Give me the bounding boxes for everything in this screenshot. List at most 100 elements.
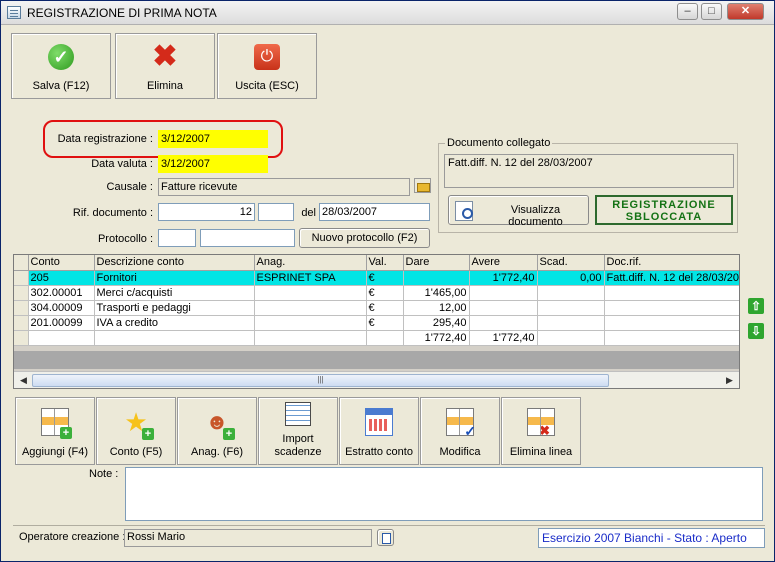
save-button[interactable]: ✓ Salva (F12) bbox=[11, 33, 111, 99]
rif-documento-suffix-input[interactable] bbox=[258, 203, 294, 221]
cell-dare[interactable]: 12,00 bbox=[403, 300, 470, 316]
cell-anag[interactable] bbox=[254, 285, 367, 301]
elimina-linea-button[interactable]: ✖ Elimina linea bbox=[501, 397, 581, 465]
row-actions-toolbar: + Aggiungi (F4) ★ + Conto (F5) ☻ + Anag. (… bbox=[15, 397, 581, 465]
cell-dare[interactable] bbox=[403, 270, 470, 286]
cell-doc-rif[interactable] bbox=[604, 315, 739, 331]
aggiungi-button[interactable]: + Aggiungi (F4) bbox=[15, 397, 95, 465]
movements-grid[interactable]: Conto Descrizione conto Anag. Val. Dare … bbox=[13, 254, 740, 389]
cell-avere[interactable] bbox=[469, 300, 538, 316]
cell-scad[interactable]: 0,00 bbox=[537, 270, 605, 286]
row-indicator[interactable] bbox=[14, 285, 29, 301]
import-scadenze-button[interactable]: Import scadenze bbox=[258, 397, 338, 465]
modifica-button[interactable]: ✓ Modifica bbox=[420, 397, 500, 465]
magnifier-document-icon bbox=[455, 201, 473, 221]
cell-descrizione[interactable]: Fornitori bbox=[94, 270, 255, 286]
plus-icon: + bbox=[223, 428, 235, 440]
note-textarea[interactable] bbox=[125, 467, 763, 521]
column-header[interactable]: Avere bbox=[469, 255, 538, 271]
column-header[interactable]: Doc.rif. bbox=[604, 255, 739, 271]
del-label: del bbox=[301, 207, 316, 219]
column-header[interactable]: Scad. bbox=[537, 255, 605, 271]
cell-valuta[interactable]: € bbox=[366, 315, 404, 331]
maximize-button[interactable]: □ bbox=[701, 3, 722, 20]
horizontal-scrollbar[interactable]: ◀ ||| ▶ bbox=[14, 371, 739, 388]
column-header[interactable]: Dare bbox=[403, 255, 470, 271]
plus-icon: + bbox=[60, 427, 72, 439]
data-valuta-label: Data valuta : bbox=[91, 158, 153, 170]
cell-anag[interactable]: ESPRINET SPA bbox=[254, 270, 367, 286]
plus-icon: + bbox=[142, 428, 154, 440]
close-button[interactable]: ✕ bbox=[727, 3, 764, 20]
cell-descrizione[interactable]: Merci c/acquisti bbox=[94, 285, 255, 301]
cell-conto[interactable]: 304.00009 bbox=[28, 300, 95, 316]
anag-button[interactable]: ☻ + Anag. (F6) bbox=[177, 397, 257, 465]
cell-scad[interactable] bbox=[537, 315, 605, 331]
conto-button[interactable]: ★ + Conto (F5) bbox=[96, 397, 176, 465]
operatore-label: Operatore creazione : bbox=[19, 531, 126, 543]
move-row-down-icon[interactable]: ⇩ bbox=[748, 323, 764, 339]
table-row[interactable]: 201.00099 IVA a credito € 295,40 bbox=[14, 315, 739, 331]
column-header[interactable]: Conto bbox=[28, 255, 95, 271]
scrollbar-thumb[interactable]: ||| bbox=[32, 374, 609, 387]
cell-descrizione[interactable]: Trasporti e pedaggi bbox=[94, 300, 255, 316]
add-row-icon: + bbox=[41, 408, 72, 439]
person-icon: ☻ + bbox=[203, 408, 235, 440]
row-indicator[interactable] bbox=[14, 270, 29, 286]
cell-avere[interactable]: 1'772,40 bbox=[469, 270, 538, 286]
table-row[interactable]: 304.00009 Trasporti e pedaggi € 12,00 bbox=[14, 300, 739, 316]
table-row[interactable]: 205 Fornitori ESPRINET SPA € 1'772,40 0,… bbox=[14, 270, 739, 286]
row-indicator[interactable] bbox=[14, 315, 29, 331]
exit-button[interactable]: ⏻ Uscita (ESC) bbox=[217, 33, 317, 99]
cell-scad[interactable] bbox=[537, 285, 605, 301]
main-toolbar: ✓ Salva (F12) ✖ Elimina ⏻ Uscita (ESC) bbox=[11, 33, 317, 99]
operatore-lookup-button[interactable] bbox=[377, 529, 394, 546]
column-header[interactable]: Val. bbox=[366, 255, 404, 271]
cell-dare[interactable]: 1'465,00 bbox=[403, 285, 470, 301]
cell-dare[interactable]: 295,40 bbox=[403, 315, 470, 331]
import-table-icon bbox=[285, 402, 311, 426]
cell-valuta[interactable]: € bbox=[366, 285, 404, 301]
folder-icon[interactable] bbox=[414, 178, 431, 193]
visualizza-documento-button[interactable]: Visualizza documento bbox=[448, 195, 589, 228]
cell-anag[interactable] bbox=[254, 315, 367, 331]
row-indicator[interactable] bbox=[14, 300, 29, 316]
cell-doc-rif[interactable] bbox=[604, 300, 739, 316]
total-dare: 1'772,40 bbox=[403, 330, 470, 346]
causale-input[interactable]: Fatture ricevute bbox=[158, 178, 410, 196]
cell-scad[interactable] bbox=[537, 300, 605, 316]
rif-documento-date-input[interactable]: 28/03/2007 bbox=[319, 203, 430, 221]
import-scadenze-label: Import scadenze bbox=[259, 433, 337, 459]
protocollo-extra-input[interactable] bbox=[200, 229, 295, 247]
cell-valuta[interactable]: € bbox=[366, 270, 404, 286]
cell-doc-rif[interactable] bbox=[604, 285, 739, 301]
column-header[interactable]: Descrizione conto bbox=[94, 255, 255, 271]
total-cell bbox=[366, 330, 404, 346]
cell-avere[interactable] bbox=[469, 315, 538, 331]
cell-descrizione[interactable]: IVA a credito bbox=[94, 315, 255, 331]
data-valuta-input[interactable]: 3/12/2007 bbox=[158, 155, 268, 173]
delete-button[interactable]: ✖ Elimina bbox=[115, 33, 215, 99]
grid-header-row: Conto Descrizione conto Anag. Val. Dare … bbox=[14, 255, 739, 271]
protocollo-input[interactable] bbox=[158, 229, 196, 247]
scroll-left-icon[interactable]: ◀ bbox=[16, 373, 31, 388]
data-registrazione-input[interactable]: 3/12/2007 bbox=[158, 130, 268, 148]
cell-conto[interactable]: 205 bbox=[28, 270, 95, 286]
elimina-linea-label: Elimina linea bbox=[509, 446, 573, 458]
move-row-up-icon[interactable]: ⇧ bbox=[748, 298, 764, 314]
cell-anag[interactable] bbox=[254, 300, 367, 316]
note-label: Note : bbox=[89, 468, 119, 480]
minimize-button[interactable]: – bbox=[677, 3, 698, 20]
table-row[interactable]: 302.00001 Merci c/acquisti € 1'465,00 bbox=[14, 285, 739, 301]
rif-documento-number-input[interactable]: 12 bbox=[158, 203, 255, 221]
scroll-right-icon[interactable]: ▶ bbox=[722, 373, 737, 388]
column-header[interactable]: Anag. bbox=[254, 255, 367, 271]
cell-doc-rif[interactable]: Fatt.diff. N. 12 del 28/03/2007 bbox=[604, 270, 739, 286]
conto-label: Conto (F5) bbox=[109, 446, 163, 458]
cell-avere[interactable] bbox=[469, 285, 538, 301]
nuovo-protocollo-button[interactable]: Nuovo protocollo (F2) bbox=[299, 228, 430, 248]
cell-conto[interactable]: 302.00001 bbox=[28, 285, 95, 301]
cell-valuta[interactable]: € bbox=[366, 300, 404, 316]
cell-conto[interactable]: 201.00099 bbox=[28, 315, 95, 331]
estratto-conto-button[interactable]: Estratto conto bbox=[339, 397, 419, 465]
